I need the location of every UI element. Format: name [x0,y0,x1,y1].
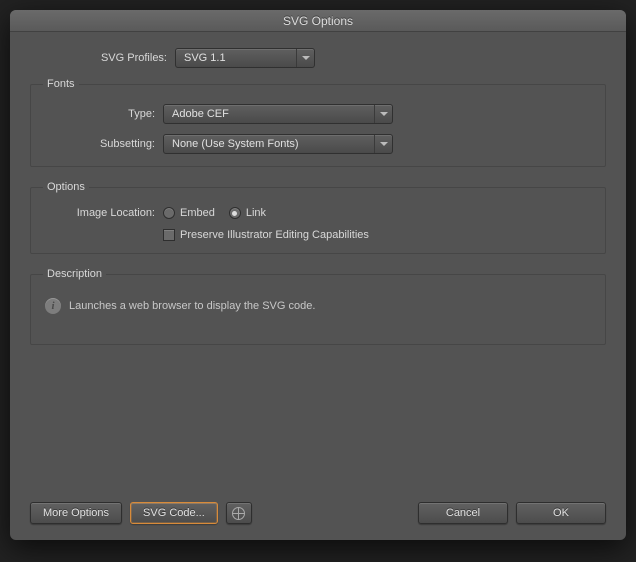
preserve-editing-label: Preserve Illustrator Editing Capabilitie… [180,229,369,241]
more-options-label: More Options [43,507,109,519]
font-subsetting-select[interactable]: None (Use System Fonts) [163,134,393,154]
radio-icon [163,207,175,219]
ok-button[interactable]: OK [516,502,606,524]
options-legend: Options [43,181,89,193]
chevron-down-icon [374,105,392,123]
web-preview-button[interactable] [226,502,252,524]
checkbox-icon [163,229,175,241]
font-subsetting-value: None (Use System Fonts) [172,138,299,150]
font-type-value: Adobe CEF [172,108,229,120]
globe-icon [232,507,245,520]
description-group: Description i Launches a web browser to … [30,268,606,345]
svg-code-button[interactable]: SVG Code... [130,502,218,524]
svg-options-dialog: SVG Options SVG Profiles: SVG 1.1 Fonts … [10,10,626,540]
font-subsetting-label: Subsetting: [43,138,163,150]
description-legend: Description [43,268,106,280]
link-label: Link [246,207,266,219]
font-type-select[interactable]: Adobe CEF [163,104,393,124]
chevron-down-icon [296,49,314,67]
svg-profiles-label: SVG Profiles: [30,52,175,64]
description-text: Launches a web browser to display the SV… [69,300,315,312]
window-title: SVG Options [10,10,626,32]
embed-radio[interactable]: Embed [163,207,215,219]
more-options-button[interactable]: More Options [30,502,122,524]
preserve-editing-checkbox[interactable]: Preserve Illustrator Editing Capabilitie… [163,229,369,241]
dialog-content: SVG Profiles: SVG 1.1 Fonts Type: Adobe … [10,32,626,540]
cancel-label: Cancel [446,507,480,519]
cancel-button[interactable]: Cancel [418,502,508,524]
svg-code-label: SVG Code... [143,507,205,519]
info-icon: i [45,298,61,314]
radio-icon [229,207,241,219]
options-group: Options Image Location: Embed Link Prese… [30,181,606,254]
chevron-down-icon [374,135,392,153]
embed-label: Embed [180,207,215,219]
image-location-label: Image Location: [43,207,163,219]
fonts-group: Fonts Type: Adobe CEF Subsetting: None (… [30,78,606,167]
svg-profiles-row: SVG Profiles: SVG 1.1 [30,48,606,68]
ok-label: OK [553,507,569,519]
svg-profiles-value: SVG 1.1 [184,52,226,64]
link-radio[interactable]: Link [229,207,266,219]
dialog-button-row: More Options SVG Code... Cancel OK [30,502,606,524]
svg-profiles-select[interactable]: SVG 1.1 [175,48,315,68]
fonts-legend: Fonts [43,78,79,90]
font-type-label: Type: [43,108,163,120]
